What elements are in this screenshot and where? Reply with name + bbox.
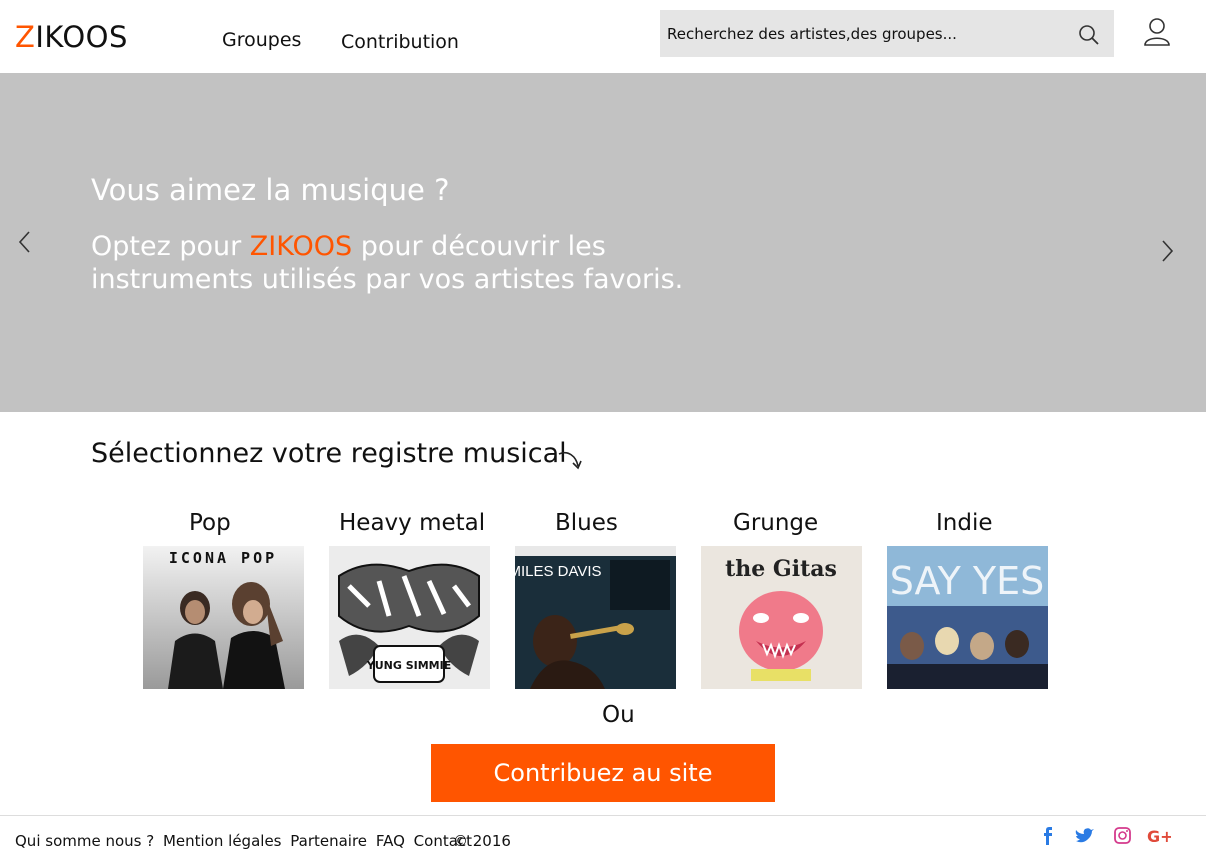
album-cover-grunge[interactable]: the Gitas <box>701 546 862 689</box>
cover-text: YUNG SIMMIE <box>366 659 451 672</box>
logo-letter-accent: Z <box>15 20 36 54</box>
hero-subtitle: Optez pour ZIKOOS pour découvrir les ins… <box>91 230 691 296</box>
footer-link-faq[interactable]: FAQ <box>376 832 405 850</box>
album-cover-heavy-metal[interactable]: YUNG SIMMIE <box>329 546 490 689</box>
hero-banner: Vous aimez la musique ? Optez pour ZIKOO… <box>0 73 1206 412</box>
footer-link-about[interactable]: Qui somme nous ? <box>15 832 154 850</box>
genre-label: Blues <box>555 510 618 536</box>
hero-title: Vous aimez la musique ? <box>91 173 450 207</box>
svg-text:G+: G+ <box>1147 827 1171 846</box>
chevron-right-icon[interactable] <box>1158 238 1176 264</box>
cover-text: SAY YES <box>890 559 1045 603</box>
footer-link-partner[interactable]: Partenaire <box>290 832 367 850</box>
google-plus-icon[interactable]: G+ <box>1147 826 1171 846</box>
user-icon[interactable] <box>1143 17 1171 47</box>
curved-arrow-icon <box>558 451 582 470</box>
footer-links: Qui somme nous ? Mention légales Partena… <box>15 832 476 850</box>
copyright: © 2016 <box>453 832 511 850</box>
logo[interactable]: ZIKOOS <box>15 20 128 54</box>
album-cover-indie[interactable]: SAY YES <box>887 546 1048 689</box>
genre-label: Indie <box>936 510 993 536</box>
search-input[interactable] <box>660 10 1060 57</box>
facebook-icon[interactable] <box>1039 826 1061 846</box>
hero-brand: ZIKOOS <box>249 231 353 262</box>
search-bar <box>660 10 1114 57</box>
contribute-button[interactable]: Contribuez au site <box>431 744 775 802</box>
cover-text: ICONA POP <box>169 549 277 567</box>
header: ZIKOOS Groupes Contribution <box>0 0 1206 73</box>
nav-contribution[interactable]: Contribution <box>341 31 459 53</box>
search-icon[interactable] <box>1078 24 1100 46</box>
genre-label: Grunge <box>733 510 819 536</box>
section-title: Sélectionnez votre registre musical <box>91 438 567 469</box>
twitter-icon[interactable] <box>1074 826 1096 846</box>
cover-text: the Gitas <box>725 556 837 582</box>
album-cover-pop[interactable]: ICONA POP <box>143 546 304 689</box>
footer-link-legal[interactable]: Mention légales <box>163 832 282 850</box>
cover-text: MILES DAVIS <box>515 563 602 580</box>
genre-label: Heavy metal <box>339 510 486 536</box>
genre-label: Pop <box>189 510 231 536</box>
hero-sub-prefix: Optez pour <box>91 231 250 262</box>
nav-groupes[interactable]: Groupes <box>222 29 301 51</box>
footer-divider <box>0 815 1206 816</box>
album-cover-blues[interactable]: MILES DAVIS <box>515 546 676 689</box>
logo-text: IKOOS <box>35 20 128 54</box>
instagram-icon[interactable] <box>1112 826 1134 846</box>
chevron-left-icon[interactable] <box>16 229 34 255</box>
or-label: Ou <box>602 702 635 728</box>
